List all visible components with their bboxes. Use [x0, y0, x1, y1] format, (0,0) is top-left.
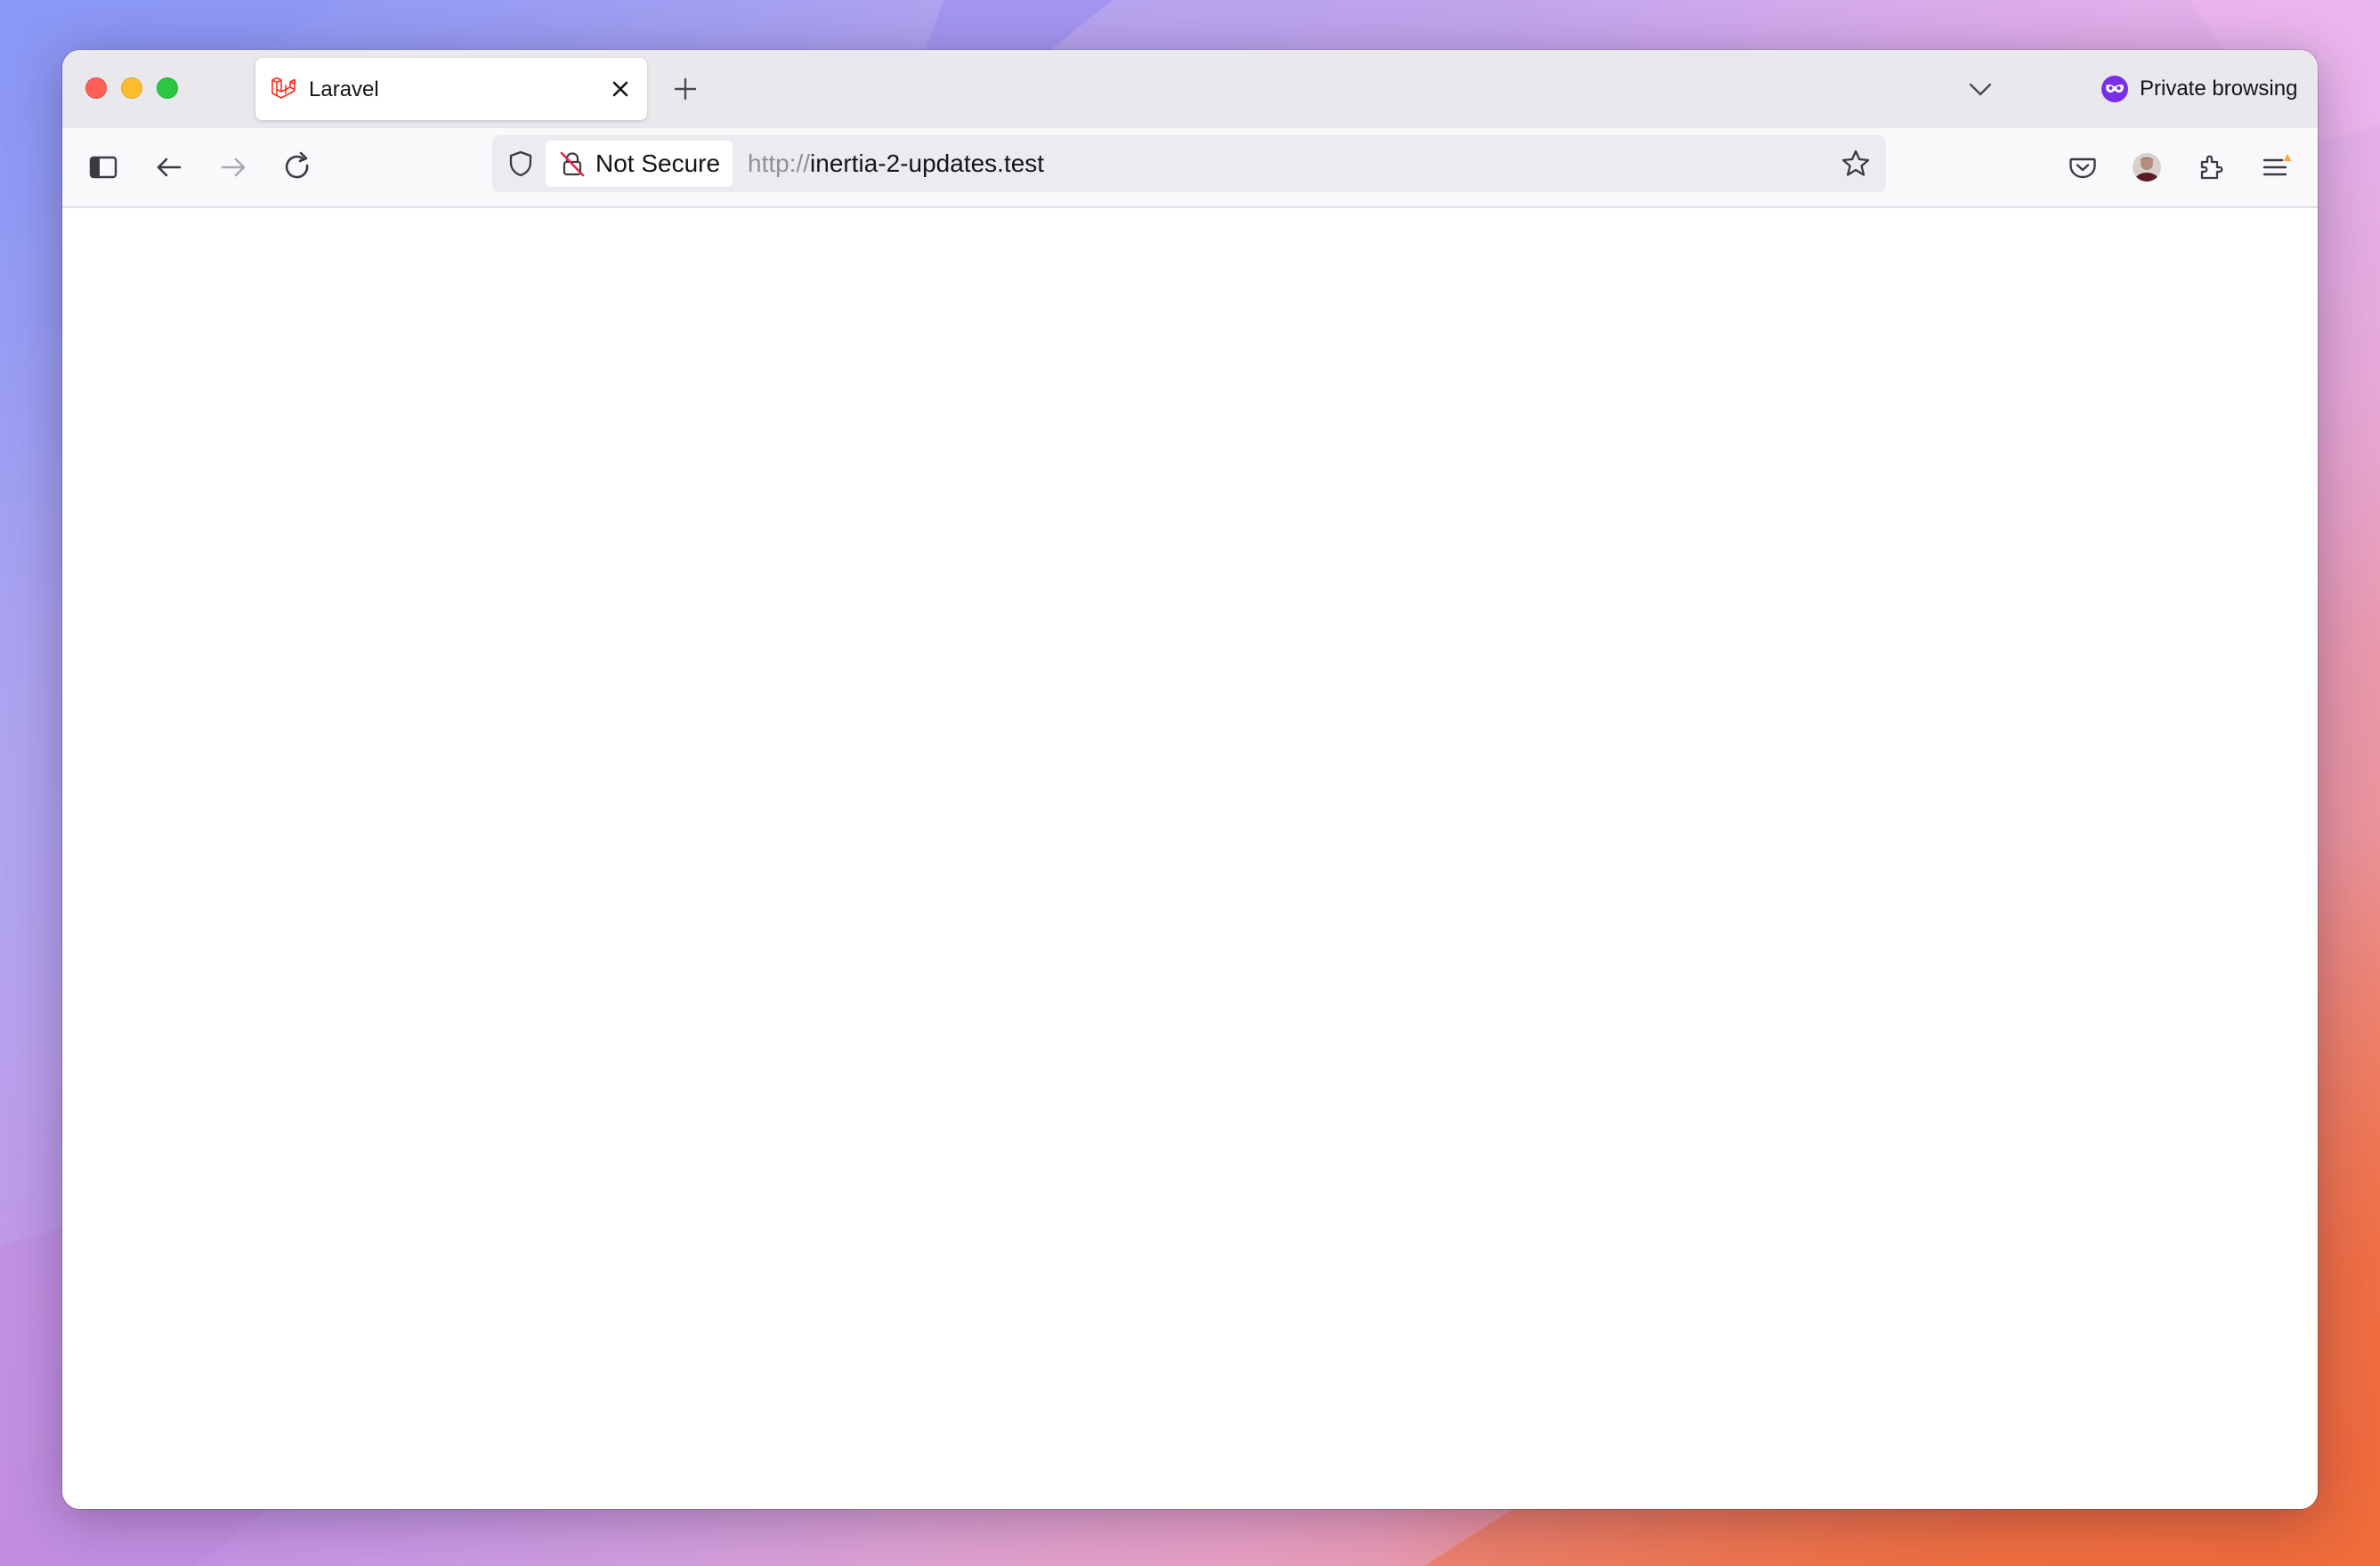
notification-badge	[2283, 154, 2292, 161]
forward-arrow-icon[interactable]	[214, 148, 253, 187]
insecure-lock-icon	[560, 151, 585, 177]
tab-strip: Laravel Private browsing	[62, 50, 2318, 128]
hamburger-menu-icon[interactable]	[2255, 148, 2295, 187]
private-browsing-indicator: Private browsing	[2101, 73, 2297, 105]
address-bar[interactable]: Not Secure http://inertia-2-updates.test	[492, 135, 1886, 192]
security-label: Not Secure	[595, 149, 721, 177]
private-browsing-label: Private browsing	[2140, 77, 2298, 101]
back-arrow-icon[interactable]	[150, 148, 189, 187]
pocket-icon[interactable]	[2063, 148, 2102, 187]
browser-window: Laravel Private browsing Not Secure http…	[62, 50, 2318, 1509]
laravel-logo-icon	[271, 77, 295, 99]
url-host: inertia-2-updates.test	[810, 149, 1045, 177]
puzzle-piece-icon[interactable]	[2191, 148, 2230, 187]
private-mask-icon	[2101, 76, 2128, 102]
reload-icon[interactable]	[278, 148, 317, 187]
page-content	[62, 208, 2318, 1509]
new-tab-icon[interactable]	[669, 73, 701, 105]
window-minimize-button[interactable]	[121, 77, 142, 99]
url-scheme: http://	[748, 149, 811, 177]
close-tab-icon[interactable]	[604, 73, 636, 105]
site-security-button[interactable]: Not Secure	[546, 141, 733, 187]
tab-title: Laravel	[309, 77, 379, 101]
shield-icon[interactable]	[505, 148, 537, 180]
url-text[interactable]: http://inertia-2-updates.test	[748, 149, 1044, 178]
star-icon[interactable]	[1838, 146, 1874, 182]
sidebar-icon[interactable]	[84, 148, 123, 187]
account-avatar-icon[interactable]	[2127, 148, 2166, 187]
window-zoom-button[interactable]	[157, 77, 178, 99]
window-close-button[interactable]	[85, 77, 107, 99]
chevron-down-icon[interactable]	[1964, 73, 1996, 105]
active-tab[interactable]: Laravel	[255, 58, 647, 120]
